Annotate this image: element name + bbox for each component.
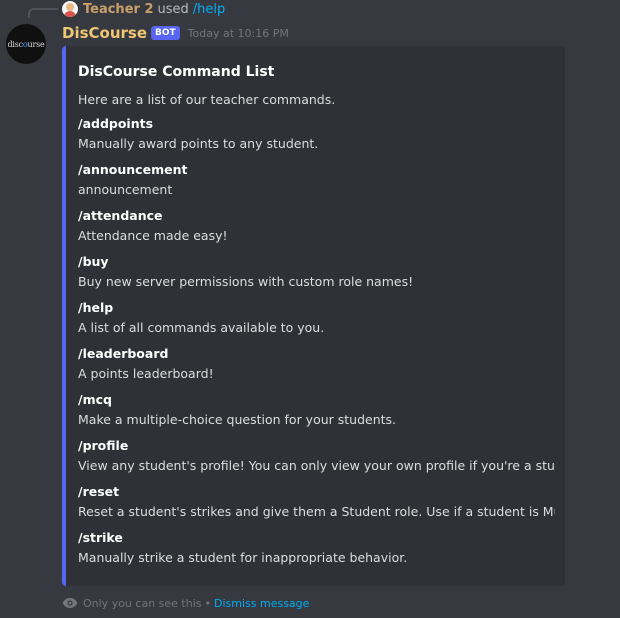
embed-field: /buy Buy new server permissions with cus… — [78, 252, 555, 292]
embed-field: /reset Reset a student's strikes and giv… — [78, 482, 555, 522]
field-value: Reset a student's strikes and give them … — [78, 504, 555, 519]
embed-field: /announcement announcement — [78, 160, 555, 200]
username[interactable]: DisCourse — [62, 24, 147, 42]
embed-field: /mcq Make a multiple-choice question for… — [78, 390, 555, 430]
embed-field: /attendance Attendance made easy! — [78, 206, 555, 246]
eye-icon — [62, 598, 78, 608]
field-name: /leaderboard — [78, 346, 169, 361]
field-value: announcement — [78, 182, 173, 197]
field-value: Manually strike a student for inappropri… — [78, 550, 408, 565]
message-header: DisCourse BOT Today at 10:16 PM — [62, 22, 289, 44]
embed-title: DisCourse Command List — [78, 64, 275, 80]
embed-field: /help A list of all commands available t… — [78, 298, 555, 338]
reply-used-text: used — [157, 1, 189, 17]
field-name: /attendance — [78, 208, 163, 223]
timestamp[interactable]: Today at 10:16 PM — [188, 27, 289, 40]
avatar[interactable]: discourse — [6, 24, 46, 64]
embed: DisCourse Command List Here are a list o… — [62, 46, 565, 586]
ephemeral-text: Only you can see this — [83, 596, 202, 610]
embed-field: /strike Manually strike a student for in… — [78, 528, 555, 568]
field-value: Buy new server permissions with custom r… — [78, 274, 414, 289]
field-name: /help — [78, 300, 114, 315]
avatar-logo: discourse — [7, 39, 45, 49]
embed-description: Here are a list of our teacher commands. — [78, 92, 336, 107]
field-name: /strike — [78, 530, 123, 545]
bot-tag: BOT — [151, 26, 180, 40]
field-value: View any student's profile! You can only… — [78, 458, 555, 473]
field-value: Make a multiple-choice question for your… — [78, 412, 397, 427]
reply-author[interactable]: Teacher 2 — [83, 2, 154, 17]
reply-avatar[interactable] — [62, 1, 78, 17]
field-name: /profile — [78, 438, 129, 453]
field-value: A points leaderboard! — [78, 366, 214, 381]
field-name: /mcq — [78, 392, 112, 407]
embed-field: /profile View any student's profile! You… — [78, 436, 555, 476]
field-value: Attendance made easy! — [78, 228, 228, 243]
embed-field: /leaderboard A points leaderboard! — [78, 344, 555, 384]
bot-message: Teacher 2 used /help discourse DisCourse… — [0, 0, 620, 618]
ephemeral-notice: Only you can see this • Dismiss message — [62, 594, 309, 612]
embed-field: /addpoints Manually award points to any … — [78, 114, 555, 154]
reply-command[interactable]: /help — [193, 2, 225, 17]
reply-spine — [28, 8, 58, 18]
field-name: /buy — [78, 254, 109, 269]
field-value: Manually award points to any student. — [78, 136, 319, 151]
ephemeral-separator: • — [204, 596, 212, 610]
dismiss-message-link[interactable]: Dismiss message — [214, 597, 309, 610]
field-name: /addpoints — [78, 116, 154, 131]
reply-context[interactable]: Teacher 2 used /help — [62, 0, 225, 18]
field-value: A list of all commands available to you. — [78, 320, 325, 335]
field-name: /reset — [78, 484, 120, 499]
field-name: /announcement — [78, 162, 188, 177]
